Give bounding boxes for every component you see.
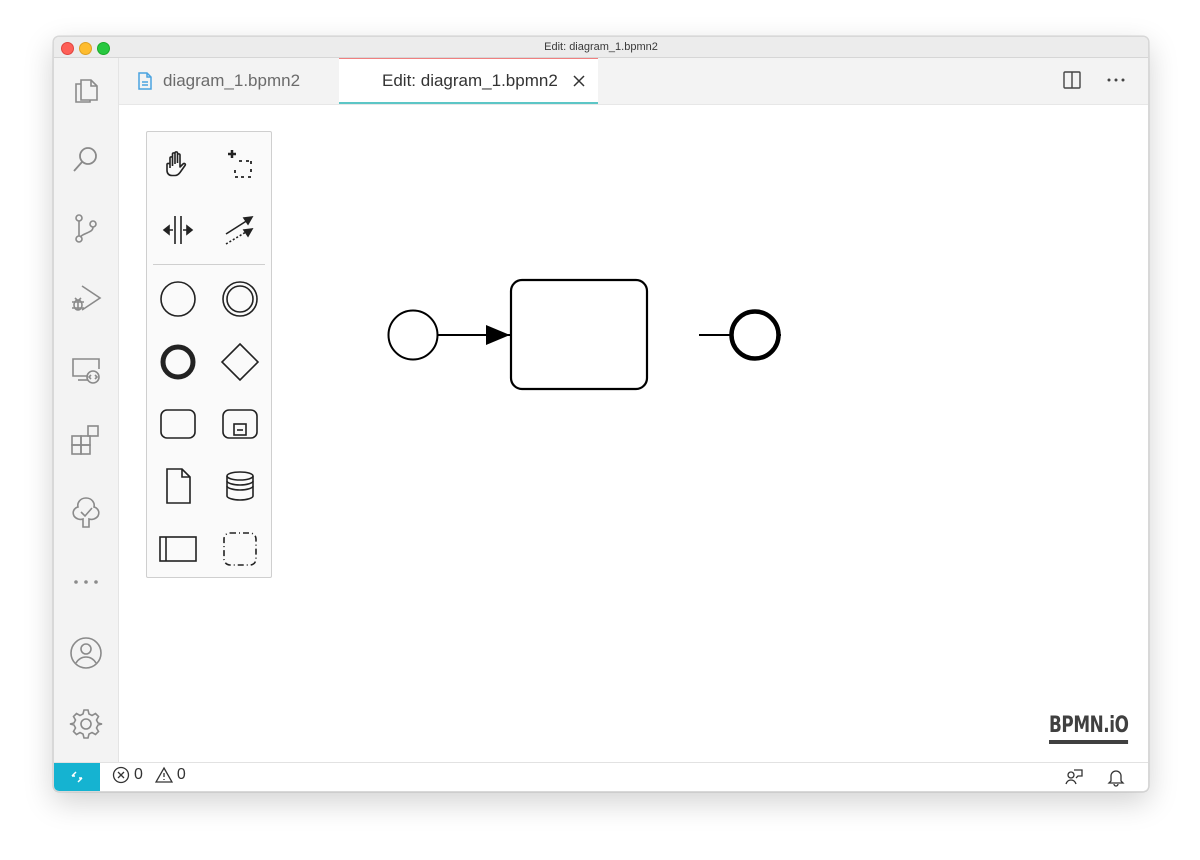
- source-control-icon[interactable]: [68, 210, 104, 246]
- account-icon[interactable]: [68, 635, 104, 671]
- warning-count: 0: [176, 766, 186, 783]
- zoom-window-button[interactable]: [97, 42, 110, 55]
- diagram-surface: [387, 278, 781, 391]
- warning-icon: [154, 766, 173, 783]
- more-actions-icon[interactable]: [1106, 70, 1126, 90]
- tab-edit-diagram[interactable]: Edit: diagram_1.bpmn2: [339, 58, 598, 104]
- start-event[interactable]: [387, 309, 439, 361]
- tab-diagram[interactable]: diagram_1.bpmn2: [119, 58, 338, 104]
- run-debug-icon[interactable]: [68, 280, 104, 316]
- testing-icon[interactable]: [68, 494, 104, 530]
- tab-label: Edit: diagram_1.bpmn2: [382, 70, 558, 90]
- editor-window: Edit: diagram_1.bpmn2 diagram_1.bpmn2 Ed…: [53, 36, 1149, 792]
- bpmn-io-logo[interactable]: BPMN.iO: [1048, 713, 1128, 744]
- bpmn-canvas[interactable]: BPMN.iO: [119, 105, 1148, 762]
- tab-bar: diagram_1.bpmn2 Edit: diagram_1.bpmn2: [119, 58, 1148, 105]
- close-icon[interactable]: [572, 74, 586, 88]
- feedback-icon[interactable]: [1064, 767, 1084, 787]
- notifications-bell-icon[interactable]: [1106, 767, 1126, 787]
- close-window-button[interactable]: [61, 42, 74, 55]
- task[interactable]: [509, 278, 649, 391]
- remote-indicator[interactable]: [54, 763, 100, 791]
- status-bar: 0 0: [54, 762, 1148, 791]
- error-icon: [112, 766, 130, 784]
- split-editor-icon[interactable]: [1062, 70, 1082, 90]
- remote-icon: [71, 771, 83, 783]
- title-bar: Edit: diagram_1.bpmn2: [54, 37, 1148, 58]
- editor-actions: [1062, 70, 1126, 90]
- tab-label: diagram_1.bpmn2: [163, 71, 301, 90]
- problems-indicator[interactable]: 0 0: [112, 766, 186, 784]
- search-icon[interactable]: [68, 141, 104, 177]
- minimize-window-button[interactable]: [79, 42, 92, 55]
- explorer-icon[interactable]: [68, 72, 104, 108]
- end-event[interactable]: [729, 309, 781, 361]
- file-icon: [138, 72, 152, 90]
- window-title: Edit: diagram_1.bpmn2: [544, 41, 658, 53]
- settings-gear-icon[interactable]: [68, 706, 104, 742]
- error-count: 0: [134, 766, 143, 783]
- status-right-items: [1064, 767, 1126, 787]
- extensions-icon[interactable]: [68, 422, 104, 458]
- activity-bar: [54, 58, 119, 762]
- remote-explorer-icon[interactable]: [68, 352, 104, 388]
- more-icon[interactable]: [68, 564, 104, 600]
